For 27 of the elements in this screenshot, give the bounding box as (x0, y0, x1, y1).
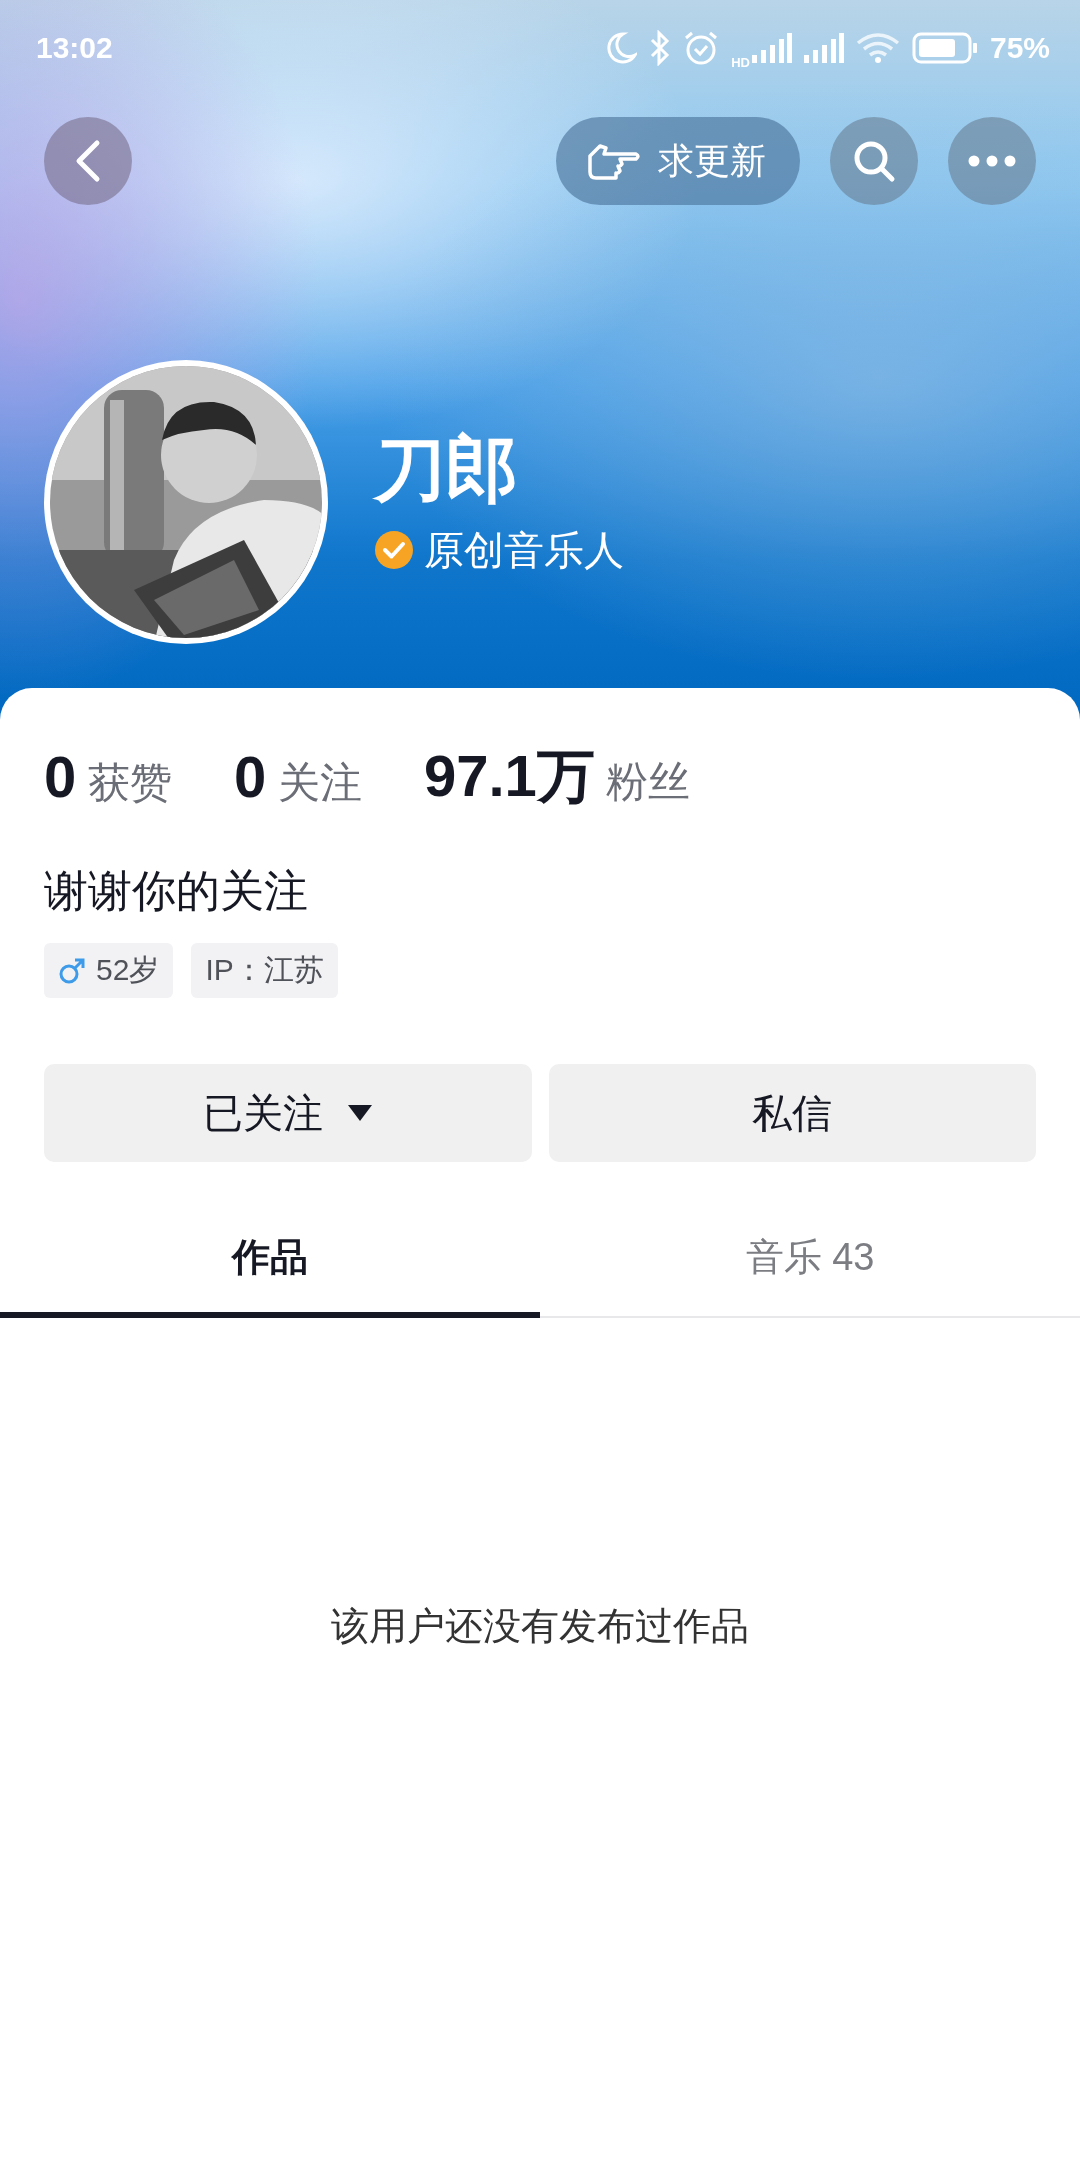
empty-message: 该用户还没有发布过作品 (331, 1604, 749, 1649)
message-button[interactable]: 私信 (548, 1064, 1036, 1162)
battery-icon (911, 31, 978, 64)
battery-percentage: 75% (989, 30, 1050, 65)
back-icon (75, 139, 101, 183)
bio-text: 谢谢你的关注 (44, 865, 309, 917)
signal-icon (803, 32, 844, 63)
more-icon (968, 155, 1016, 167)
location-text: IP：江苏 (205, 952, 324, 988)
tab[interactable]: 音乐 43 (540, 1202, 1080, 1318)
following-button[interactable]: 已关注 (44, 1064, 532, 1162)
profile-name: 刀郎 (374, 428, 519, 512)
hd-label: HD (731, 56, 750, 69)
tab[interactable]: 作品 (0, 1202, 540, 1318)
age-text: 52岁 (96, 952, 160, 988)
male-icon (58, 956, 86, 985)
alarm-icon (683, 29, 720, 66)
signal-icon (751, 32, 792, 63)
stat-text: 97.1万 粉丝 (423, 742, 691, 810)
stat-text: 0 获赞 (44, 743, 172, 811)
stat-text: 0 关注 (233, 743, 362, 811)
verified-label: 原创音乐人 (424, 526, 624, 574)
wifi-icon (855, 31, 900, 64)
status-time: 13:02 (36, 30, 114, 65)
search-icon (852, 139, 896, 183)
bluetooth-icon (649, 29, 672, 66)
moon-icon (605, 30, 638, 65)
